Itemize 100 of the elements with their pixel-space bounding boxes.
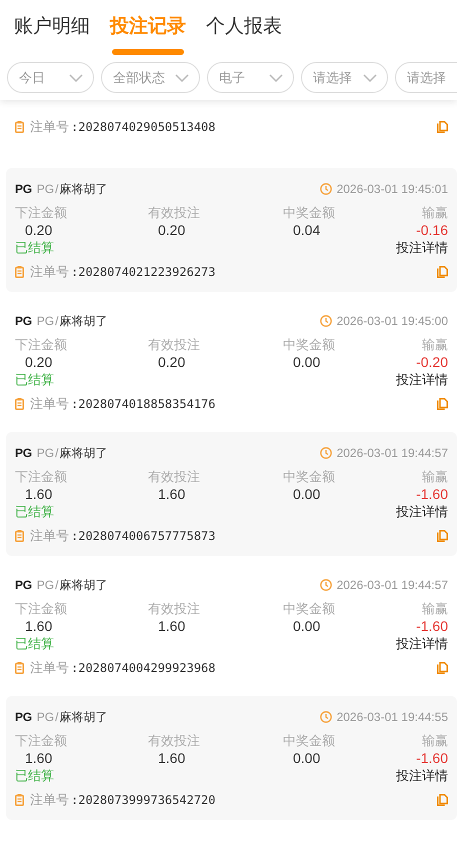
- tab[interactable]: 个人报表: [206, 14, 282, 40]
- order-label: 注单号: [30, 528, 69, 544]
- provider-logo: PG: [15, 709, 32, 725]
- copy-icon[interactable]: [437, 266, 448, 278]
- column-label: 输赢: [422, 733, 448, 749]
- separator: /: [55, 709, 58, 725]
- order-label: 注单号: [30, 792, 69, 808]
- provider-name: PG: [36, 577, 54, 593]
- bet-time: 2026-03-01 19:45:00: [336, 313, 448, 329]
- column-label: 输赢: [422, 205, 448, 221]
- provider-name: PG: [36, 313, 54, 329]
- amount-value: 0.00: [292, 353, 320, 371]
- clipboard-icon: [15, 398, 24, 410]
- order-label: 注单号: [30, 119, 69, 135]
- amount-value: 1.60: [24, 617, 52, 635]
- tab-underline: [112, 49, 184, 55]
- copy-icon[interactable]: [437, 121, 448, 133]
- provider-name: PG: [36, 445, 54, 461]
- amount-value: 0.20: [157, 353, 186, 371]
- clipboard-icon: [15, 266, 24, 278]
- column-label: 有效投注: [148, 601, 200, 617]
- separator: /: [55, 181, 58, 197]
- game-name: 麻将胡了: [59, 313, 108, 329]
- column-label: 中奖金额: [283, 337, 335, 353]
- order-number: :2028074018858354176: [71, 396, 216, 412]
- order-number: :2028074004299923968: [71, 660, 216, 676]
- status-label: 已结算: [15, 503, 54, 520]
- column-label: 下注金额: [15, 601, 67, 617]
- chevron-down-icon: [69, 74, 83, 82]
- clipboard-icon: [15, 121, 24, 133]
- column-label: 输赢: [422, 601, 448, 617]
- clock-icon: [320, 711, 332, 723]
- game-name: 麻将胡了: [59, 577, 108, 593]
- status-label: 已结算: [15, 635, 54, 652]
- chevron-down-icon: [175, 74, 189, 82]
- amount-value: -1.60: [416, 617, 448, 635]
- column-label: 输赢: [422, 469, 448, 485]
- column-label: 下注金额: [15, 733, 67, 749]
- column-label: 中奖金额: [283, 601, 335, 617]
- bet-detail-link[interactable]: 投注详情: [396, 371, 448, 388]
- order-number: :2028074029050513408: [71, 119, 216, 135]
- bet-time: 2026-03-01 19:44:57: [336, 577, 448, 593]
- provider-logo: PG: [15, 577, 32, 593]
- copy-icon[interactable]: [437, 662, 448, 674]
- amount-value: -0.16: [416, 221, 448, 239]
- game-name: 麻将胡了: [59, 709, 108, 725]
- bet-time: 2026-03-01 19:45:01: [336, 181, 448, 197]
- column-label: 中奖金额: [283, 205, 335, 221]
- amount-value: -1.60: [416, 749, 448, 767]
- amount-value: 0.04: [292, 221, 320, 239]
- amount-value: 1.60: [24, 749, 52, 767]
- column-label: 下注金额: [15, 469, 67, 485]
- order-number: :2028073999736542720: [71, 792, 216, 808]
- amount-value: 1.60: [157, 749, 186, 767]
- separator: /: [55, 313, 58, 329]
- game-name: 麻将胡了: [59, 181, 108, 197]
- bet-detail-link[interactable]: 投注详情: [396, 503, 448, 520]
- column-label: 输赢: [422, 337, 448, 353]
- amount-value: 0.00: [292, 749, 320, 767]
- clock-icon: [320, 183, 332, 195]
- order-label: 注单号: [30, 264, 69, 280]
- clipboard-icon: [15, 530, 24, 542]
- amount-value: 0.20: [24, 353, 52, 371]
- amount-value: 0.00: [292, 617, 320, 635]
- tab[interactable]: 账户明细: [14, 14, 90, 40]
- column-label: 下注金额: [15, 205, 67, 221]
- bet-detail-link[interactable]: 投注详情: [396, 239, 448, 256]
- column-label: 下注金额: [15, 337, 67, 353]
- column-label: 有效投注: [148, 469, 200, 485]
- provider-logo: PG: [15, 181, 32, 197]
- amount-value: -0.20: [416, 353, 448, 371]
- column-label: 有效投注: [148, 205, 200, 221]
- column-label: 有效投注: [148, 337, 200, 353]
- provider-logo: PG: [15, 313, 32, 329]
- amount-value: 0.00: [292, 485, 320, 503]
- order-label: 注单号: [30, 396, 69, 412]
- clock-icon: [320, 579, 332, 591]
- provider-name: PG: [36, 181, 54, 197]
- bet-time: 2026-03-01 19:44:55: [336, 709, 448, 725]
- clock-icon: [320, 447, 332, 459]
- clock-icon: [320, 315, 332, 327]
- separator: /: [55, 445, 58, 461]
- copy-icon[interactable]: [437, 794, 448, 806]
- amount-value: 1.60: [24, 485, 52, 503]
- amount-value: -1.60: [416, 485, 448, 503]
- column-label: 中奖金额: [283, 469, 335, 485]
- order-label: 注单号: [30, 660, 69, 676]
- column-label: 中奖金额: [283, 733, 335, 749]
- bet-detail-link[interactable]: 投注详情: [396, 767, 448, 784]
- status-label: 已结算: [15, 767, 54, 784]
- amount-value: 0.20: [157, 221, 186, 239]
- bet-detail-link[interactable]: 投注详情: [396, 635, 448, 652]
- copy-icon[interactable]: [437, 530, 448, 542]
- status-label: 已结算: [15, 371, 54, 388]
- column-label: 有效投注: [148, 733, 200, 749]
- provider-logo: PG: [15, 445, 32, 461]
- amount-value: 1.60: [157, 485, 186, 503]
- status-label: 已结算: [15, 239, 54, 256]
- copy-icon[interactable]: [437, 398, 448, 410]
- amount-value: 1.60: [157, 617, 186, 635]
